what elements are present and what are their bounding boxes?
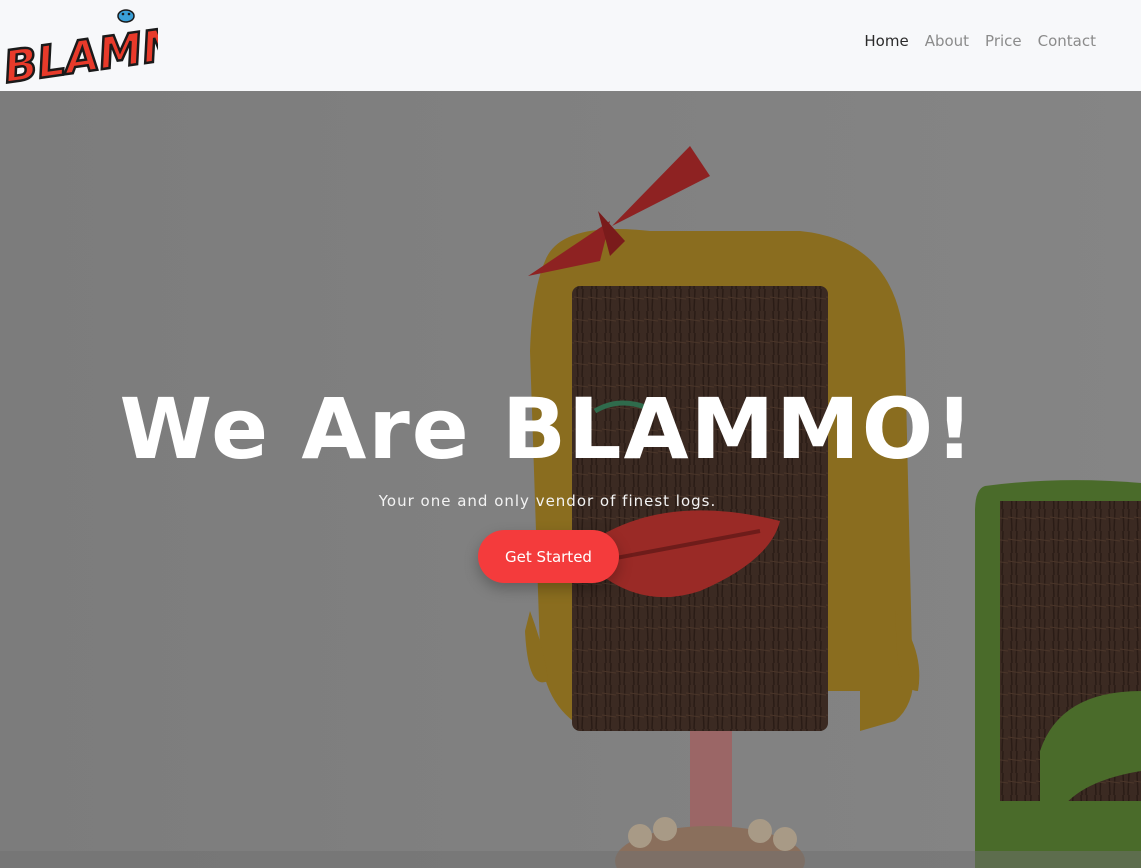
hero-content: We Are BLAMMO! Your one and only vendor … <box>0 91 1141 868</box>
main-nav: Home About Price Contact <box>864 32 1096 50</box>
blammo-logo-icon: BLAMMO! <box>0 8 247 94</box>
navbar: BLAMMO! Home About Price Contact <box>0 0 1141 95</box>
svg-text:BLAMMO!: BLAMMO! <box>1 10 158 86</box>
nav-price[interactable]: Price <box>985 32 1022 50</box>
nav-contact[interactable]: Contact <box>1038 32 1096 50</box>
nav-about[interactable]: About <box>925 32 969 50</box>
hero-section: We Are BLAMMO! Your one and only vendor … <box>0 91 1141 868</box>
hero-subtitle: Your one and only vendor of finest logs. <box>378 492 717 510</box>
hero-title: We Are BLAMMO! <box>119 380 976 478</box>
brand-logo[interactable]: BLAMMO! <box>0 2 247 94</box>
nav-home[interactable]: Home <box>864 32 908 50</box>
get-started-button[interactable]: Get Started <box>478 530 619 583</box>
